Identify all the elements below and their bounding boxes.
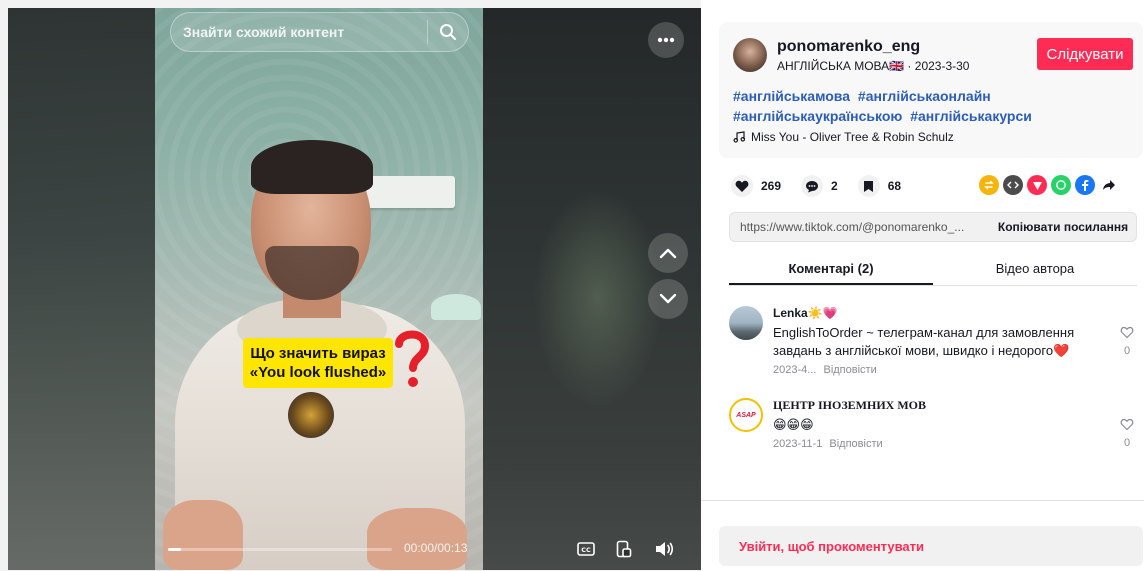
search-icon: [440, 24, 456, 40]
video-details-panel: ponomarenko_eng АНГЛІЙСЬКА МОВА🇬🇧 · 2023…: [701, 0, 1144, 571]
heart-outline-icon: [1120, 326, 1134, 339]
music-note-icon: [733, 131, 745, 143]
copy-link-box: https://www.tiktok.com/@ponomarenko_... …: [729, 212, 1137, 242]
hashtag-list: #англійськамова #англійськаонлайн #англі…: [733, 86, 1133, 126]
divider: [701, 500, 1144, 501]
tab-author-videos[interactable]: Відео автора: [933, 252, 1137, 285]
tab-comments[interactable]: Коментарі (2): [729, 252, 933, 285]
floating-player-button[interactable]: [610, 536, 638, 562]
video-caption-card: Що значить вираз «You look flushed»: [243, 338, 393, 388]
hashtag-link[interactable]: #англійськаонлайн: [858, 88, 991, 104]
comment-like-button[interactable]: 0: [1117, 418, 1137, 449]
hashtag-link[interactable]: #англійськакурси: [910, 108, 1032, 124]
send-icon[interactable]: [1027, 175, 1047, 195]
commenter-name[interactable]: Lenka☀️💗: [773, 306, 838, 320]
author-username[interactable]: ponomarenko_eng: [777, 38, 920, 56]
captions-icon: CC: [577, 542, 595, 556]
person-hair: [251, 140, 373, 194]
comment-button[interactable]: 2: [801, 175, 838, 197]
heart-outline-icon: [1120, 418, 1134, 431]
video-backdrop: Що значить вираз «You look flushed»: [8, 8, 701, 570]
more-dots-icon: [657, 37, 675, 43]
lamp: [431, 294, 481, 320]
comment-item: ASAP ЦЕНТР ІНОЗЕМНИХ МОВ 😁😁😁 2023-11-1 В…: [729, 398, 1139, 462]
commenter-avatar[interactable]: ASAP: [729, 398, 763, 432]
search-input[interactable]: [171, 24, 427, 40]
author-subtitle: АНГЛІЙСЬКА МОВА🇬🇧 · 2023-3-30: [777, 59, 970, 73]
video-progress-fill: [168, 548, 182, 551]
heart-icon: [735, 180, 749, 192]
author-card: ponomarenko_eng АНГЛІЙСЬКА МОВА🇬🇧 · 2023…: [719, 22, 1143, 158]
reply-button[interactable]: Відповісти: [829, 438, 882, 450]
panel-tabs: Коментарі (2) Відео автора: [729, 252, 1137, 286]
floating-player-icon: [616, 540, 632, 558]
chevron-up-icon: [659, 248, 677, 259]
svg-text:CC: CC: [581, 546, 591, 554]
login-to-comment-bar[interactable]: Увійти, щоб прокоментувати: [719, 526, 1143, 566]
login-to-comment-label: Увійти, щоб прокоментувати: [739, 538, 925, 554]
engagement-stats: 269 2 68: [731, 175, 901, 197]
music-link[interactable]: Miss You - Oliver Tree & Robin Schulz: [733, 130, 954, 144]
author-avatar[interactable]: [733, 38, 767, 72]
next-video-button[interactable]: [648, 279, 688, 319]
save-button[interactable]: 68: [857, 175, 902, 197]
author-nickname: АНГЛІЙСЬКА МОВА🇬🇧: [777, 59, 905, 73]
right-hand: [367, 508, 467, 570]
commenter-avatar[interactable]: [729, 306, 763, 340]
left-hand: [163, 500, 243, 570]
comment-icon: [806, 180, 819, 192]
video-stage: Що значить вираз «You look flushed» Знай…: [0, 0, 701, 571]
comment-count: 2: [831, 179, 838, 193]
share-options: [979, 175, 1119, 195]
embed-icon[interactable]: [1003, 175, 1023, 195]
like-button[interactable]: 269: [731, 175, 781, 197]
whatsapp-icon[interactable]: [1051, 175, 1071, 195]
music-title: Miss You - Oliver Tree & Robin Schulz: [751, 130, 954, 144]
comment-meta: 2023-11-1 Відповісти: [773, 438, 883, 450]
commenter-avatar-logo: ASAP: [736, 411, 756, 419]
save-count: 68: [887, 179, 902, 193]
repost-icon[interactable]: [979, 175, 999, 195]
comment-date: 2023-11-1: [773, 438, 823, 450]
reply-button[interactable]: Відповісти: [823, 364, 876, 376]
captions-button[interactable]: CC: [572, 536, 600, 562]
video-time: 00:00/00:13: [404, 541, 468, 555]
chevron-down-icon: [659, 293, 677, 304]
caption-line-1: Що значить вираз: [250, 344, 386, 362]
comment-text: 😁😁😁: [773, 417, 814, 432]
video-player[interactable]: Що значить вираз «You look flushed»: [155, 8, 483, 570]
share-arrow-icon[interactable]: [1099, 175, 1119, 195]
comment-text: EnglishToOrder ~ телеграм-канал для замо…: [773, 325, 1075, 358]
caption-line-2: «You look flushed»: [249, 363, 387, 381]
comment-date: 2023-4...: [773, 364, 817, 376]
question-mark-icon: [395, 330, 429, 387]
post-date: 2023-3-30: [914, 59, 970, 73]
comment-like-count: 0: [1123, 437, 1131, 449]
blurred-backdrop-left: [8, 8, 155, 570]
more-options-button[interactable]: [648, 22, 684, 58]
bookmark-icon: [864, 180, 874, 192]
copy-link-button[interactable]: Копіювати посилання: [990, 220, 1136, 234]
search-button[interactable]: [428, 12, 468, 52]
like-count: 269: [761, 179, 782, 193]
comment-like-button[interactable]: 0: [1117, 326, 1137, 357]
volume-button[interactable]: [650, 536, 678, 562]
facebook-icon[interactable]: [1075, 175, 1095, 195]
comment-like-count: 0: [1123, 345, 1131, 357]
hashtag-link[interactable]: #англійськамова: [733, 88, 850, 104]
hoodie-print: [288, 392, 334, 438]
follow-button[interactable]: Слідкувати: [1037, 38, 1133, 70]
comment-meta: 2023-4... Відповісти: [773, 364, 877, 376]
video-progress-bar[interactable]: [168, 548, 392, 551]
video-link-text[interactable]: https://www.tiktok.com/@ponomarenko_...: [730, 220, 990, 234]
commenter-name[interactable]: ЦЕНТР ІНОЗЕМНИХ МОВ: [773, 398, 926, 413]
volume-icon: [656, 542, 674, 556]
similar-content-search: [170, 12, 469, 52]
comment-item: Lenka☀️💗 EnglishToOrder ~ телеграм-канал…: [729, 306, 1139, 386]
hashtag-link[interactable]: #англійськаукраїнською: [733, 108, 902, 124]
previous-video-button[interactable]: [648, 233, 688, 273]
